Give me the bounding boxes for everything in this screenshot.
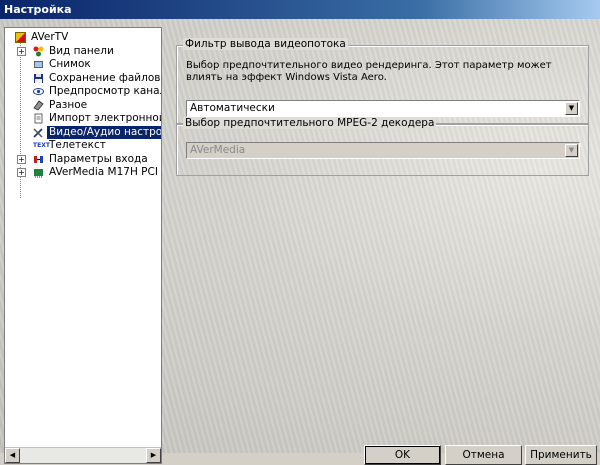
cancel-button[interactable]: Отмена [445,445,522,465]
tree-root-avertv[interactable]: AVerTV [5,31,161,45]
mpeg2-decoder-legend: Выбор предпочтительного MPEG-2 декодера [183,117,437,129]
eye-icon [33,86,44,97]
video-renderer-select[interactable]: Автоматически ▼ [186,100,580,117]
video-filter-group: Фильтр вывода видеопотока Выбор предпочт… [176,38,589,124]
tree-item-teletext[interactable]: TEXT Телетекст [5,139,161,153]
panel-view-icon [33,46,44,57]
tree-root-label: AVerTV [31,31,69,43]
tree-item-device[interactable]: + AVerMedia M17H PCI Analo [5,166,161,180]
device-icon [33,167,44,178]
tree-item-label: Телетекст [49,139,106,151]
title-bar[interactable]: Настройка [0,0,600,19]
tree-item-file-save[interactable]: Сохранение файлов [5,71,161,86]
chevron-down-icon[interactable]: ▼ [565,102,578,115]
tree-item-label: Сохранение файлов [49,71,161,84]
file-save-icon [33,73,44,84]
tree-item-label: Предпросмотр каналов [49,85,161,97]
snapshot-icon [33,59,44,70]
tree-item-channel-preview[interactable]: Предпросмотр каналов [5,85,161,99]
expand-plus-icon[interactable]: + [17,168,26,177]
scroll-left-icon[interactable]: ◀ [5,448,20,463]
video-filter-description: Выбор предпочтительного видео рендеринга… [186,60,552,83]
tree-item-epg-import[interactable]: Импорт электронной прог [5,112,162,126]
tree-item-label: Вид панели [49,44,114,57]
tools-icon [33,127,44,138]
tree-item-input-params[interactable]: + Параметры входа [5,152,161,167]
scroll-right-icon[interactable]: ▶ [146,448,161,463]
tree-item-panel-view[interactable]: + Вид панели [5,44,161,59]
input-icon [33,154,44,165]
tree-item-label: Параметры входа [49,152,148,165]
tree-item-label: Импорт электронной прог [49,112,162,124]
tree-items: AVerTV + Вид панели Снимок Сохранение фа… [5,31,162,206]
video-filter-legend: Фильтр вывода видеопотока [183,38,348,50]
mpeg2-decoder-value: AVerMedia [190,144,246,156]
mpeg2-decoder-group: Выбор предпочтительного MPEG-2 декодера … [176,117,589,176]
video-renderer-value: Автоматически [190,102,275,114]
tree-item-misc[interactable]: Разное [5,98,161,113]
tree-item-snapshot[interactable]: Снимок [5,58,161,72]
epg-import-icon [33,113,44,124]
window-title: Настройка [4,3,72,16]
ok-button[interactable]: OK [364,445,441,465]
tree-item-video-audio[interactable]: Видео/Аудио настройки [5,125,161,140]
chevron-down-icon[interactable]: ▼ [565,144,578,157]
expand-plus-icon[interactable]: + [17,154,26,164]
mpeg2-decoder-select[interactable]: AVerMedia ▼ [186,142,580,159]
expand-plus-icon[interactable]: + [17,46,26,56]
tree-item-label: Снимок [49,58,91,70]
tree-horizontal-scrollbar[interactable]: ◀ ▶ [5,447,161,463]
tree-item-label: Разное [49,98,88,111]
avertv-icon [15,32,26,43]
misc-icon [33,99,44,111]
settings-tree[interactable]: AVerTV + Вид панели Снимок Сохранение фа… [4,27,162,464]
tree-item-label: AVerMedia M17H PCI Analo [49,166,161,178]
apply-button[interactable]: Применить [525,445,597,465]
dialog-client-area: AVerTV + Вид панели Снимок Сохранение фа… [0,19,600,465]
tree-item-label: Видео/Аудио настройки [47,125,161,139]
teletext-icon: TEXT [33,142,50,149]
